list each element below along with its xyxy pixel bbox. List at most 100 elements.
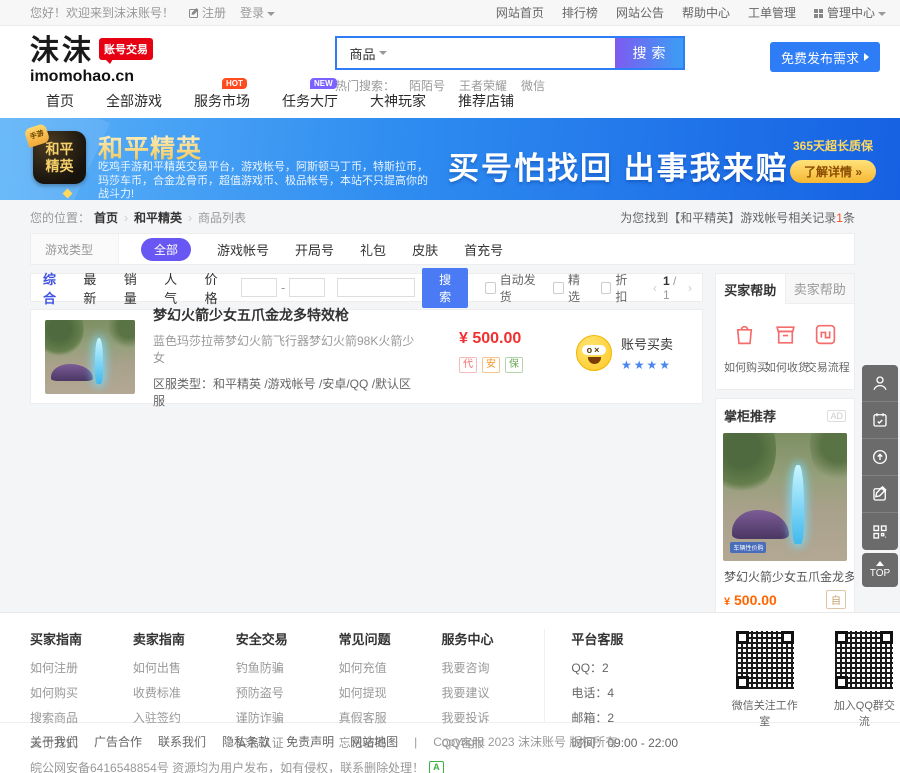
checkbox-icon[interactable] (485, 282, 496, 294)
sort-popularity[interactable]: 人气 (164, 269, 187, 307)
nav-item-recommended-shops[interactable]: 推荐店铺 (458, 91, 514, 111)
edit-icon[interactable] (862, 476, 898, 513)
user-icon[interactable] (862, 365, 898, 402)
sort-price[interactable]: 价格 (205, 269, 228, 307)
keyword-input[interactable] (337, 278, 415, 297)
checkbox-discount[interactable]: 折扣 (601, 271, 636, 305)
product-price: ¥ 500.00 (459, 330, 523, 348)
checkbox-featured[interactable]: 精选 (553, 271, 588, 305)
footer-link[interactable]: 钓鱼防骗 (236, 659, 339, 676)
banner-slogan: 买号怕找回 出事我来赔 (448, 143, 789, 188)
footer-link[interactable]: 我要建议 (442, 684, 545, 701)
footer-col-service-center: 服务中心 我要咨询 我要建议 我要投诉 QQ客服 (442, 629, 545, 722)
badge-dai: 代 (459, 357, 477, 373)
badge-zi: 自 (826, 590, 846, 609)
breadcrumb: 您的位置： 首页 › 和平精英 › 商品列表 为您找到【和平精英】游戏帐号相关记… (30, 205, 855, 230)
help-how-to-buy[interactable]: 如何购买 (724, 322, 764, 375)
search-category-select[interactable]: 商品 (337, 38, 399, 68)
bottom-link-sitemap[interactable]: 网站地图 (350, 733, 398, 750)
search-button[interactable]: 搜索 (615, 38, 683, 68)
footer-link[interactable]: 如何出售 (133, 659, 236, 676)
tab-seller-help[interactable]: 卖家帮助 (785, 274, 855, 304)
topbar-link-tickets[interactable]: 工单管理 (748, 4, 796, 21)
checkbox-icon[interactable] (601, 282, 612, 294)
breadcrumb-home[interactable]: 首页 (94, 209, 118, 226)
bottom-link-privacy[interactable]: 隐私条款 (222, 733, 270, 750)
login-link[interactable]: 登录 (240, 4, 275, 21)
pagination: ‹ 1 / 1 › (653, 274, 692, 302)
sort-comprehensive[interactable]: 综合 (43, 269, 66, 307)
seller-rating-stars: ★★★★ (621, 358, 673, 372)
footer-link[interactable]: 如何提现 (339, 684, 442, 701)
sort-toolbar: 综合 最新 销量 人气 价格 - 搜索 自动发货 精选 折扣 ‹ (30, 273, 703, 302)
tab-buyer-help[interactable]: 买家帮助 (716, 274, 785, 304)
search-input[interactable] (399, 38, 615, 68)
filter-option-skin[interactable]: 皮肤 (412, 240, 438, 259)
learn-more-button[interactable]: 了解详情 » (790, 160, 876, 183)
bottom-link-disclaimer[interactable]: 免责声明 (286, 733, 334, 750)
footer-link[interactable]: 我要咨询 (442, 659, 545, 676)
filter-option-first-charge[interactable]: 首充号 (464, 240, 503, 259)
upload-circle-icon[interactable] (862, 439, 898, 476)
footer-link[interactable]: 我要投诉 (442, 709, 545, 726)
seller-info[interactable]: o× 账号买卖 ★★★★ (576, 334, 673, 372)
nav-item-pro-players[interactable]: 大神玩家 (370, 91, 426, 111)
help-trade-flow[interactable]: 交易流程 (806, 322, 846, 375)
footer-link[interactable]: 如何注册 (30, 659, 133, 676)
site-logo[interactable]: 沫沫 账号交易 imomohao.cn (30, 36, 153, 86)
price-max-input[interactable] (289, 278, 325, 297)
filter-option-game-account[interactable]: 游戏帐号 (217, 240, 269, 259)
filter-option-gift-pack[interactable]: 礼包 (360, 240, 386, 259)
publish-demand-button[interactable]: 免费发布需求 (770, 42, 880, 72)
nav-item-service-market[interactable]: 服务市场HOT (194, 91, 250, 111)
product-image[interactable] (45, 320, 135, 394)
footer-link[interactable]: 如何购买 (30, 684, 133, 701)
seller-avatar[interactable]: o× (576, 335, 612, 371)
checkbox-auto-delivery[interactable]: 自动发货 (485, 271, 541, 305)
bottom-link-about[interactable]: 关于我们 (30, 733, 78, 750)
topbar-link-announcements[interactable]: 网站公告 (616, 4, 664, 21)
topbar-link-help-center[interactable]: 帮助中心 (682, 4, 730, 21)
topbar-link-home[interactable]: 网站首页 (496, 4, 544, 21)
nav-item-task-hall[interactable]: 任务大厅NEW (282, 91, 338, 111)
recommended-product-title[interactable]: 梦幻火箭少女五爪金龙多特效枪 (716, 561, 854, 585)
prev-page-icon[interactable]: ‹ (653, 281, 657, 295)
footer-link[interactable]: 如何充值 (339, 659, 442, 676)
calendar-check-icon[interactable] (862, 402, 898, 439)
breadcrumb-game[interactable]: 和平精英 (134, 209, 182, 226)
banner-game-title: 和平精英 (98, 129, 202, 165)
hot-search-item[interactable]: 微信 (521, 77, 545, 94)
footer-link[interactable]: 真假客服 (339, 709, 442, 726)
footer-link[interactable]: 入驻签约 (133, 709, 236, 726)
product-list-item[interactable]: 梦幻火箭少女五爪金龙多特效枪 蓝色玛莎拉蒂梦幻火箭飞行器梦幻火箭98K火箭少女 … (30, 309, 703, 404)
nav-item-all-games[interactable]: 全部游戏 (106, 91, 162, 111)
bottom-link-contact[interactable]: 联系我们 (158, 733, 206, 750)
footer-link[interactable]: 谨防诈骗 (236, 709, 339, 726)
next-page-icon[interactable]: › (688, 281, 692, 295)
qr-code-icon[interactable] (862, 513, 898, 550)
admin-center-link[interactable]: 管理中心 (814, 4, 886, 21)
nav-item-home[interactable]: 首页 (46, 91, 74, 111)
logo-domain: imomohao.cn (30, 68, 153, 86)
footer-link[interactable]: 搜索商品 (30, 709, 133, 726)
footer-link[interactable]: 预防盗号 (236, 684, 339, 701)
back-to-top-button[interactable]: TOP (862, 553, 898, 587)
register-link[interactable]: 注册 (188, 4, 226, 21)
seller-name[interactable]: 账号买卖 (621, 334, 673, 353)
main-content: 您的位置： 首页 › 和平精英 › 商品列表 为您找到【和平精英】游戏帐号相关记… (0, 200, 900, 612)
help-how-to-receive[interactable]: 如何收货 (765, 322, 805, 375)
sort-sales[interactable]: 销量 (124, 269, 147, 307)
footer-link[interactable]: 收费标准 (133, 684, 236, 701)
bottom-link-ads[interactable]: 广告合作 (94, 733, 142, 750)
sort-search-button[interactable]: 搜索 (422, 268, 468, 308)
product-title[interactable]: 梦幻火箭少女五爪金龙多特效枪 (153, 305, 423, 325)
filter-option-starter[interactable]: 开局号 (295, 240, 334, 259)
caret-down-icon (379, 51, 387, 55)
sort-newest[interactable]: 最新 (83, 269, 106, 307)
checkbox-icon[interactable] (553, 282, 564, 294)
caret-down-icon (878, 12, 886, 16)
filter-option-all[interactable]: 全部 (141, 238, 191, 261)
topbar-link-ranking[interactable]: 排行榜 (562, 4, 598, 21)
recommended-product-image[interactable]: 车辆性价购 (723, 433, 847, 561)
price-min-input[interactable] (241, 278, 277, 297)
